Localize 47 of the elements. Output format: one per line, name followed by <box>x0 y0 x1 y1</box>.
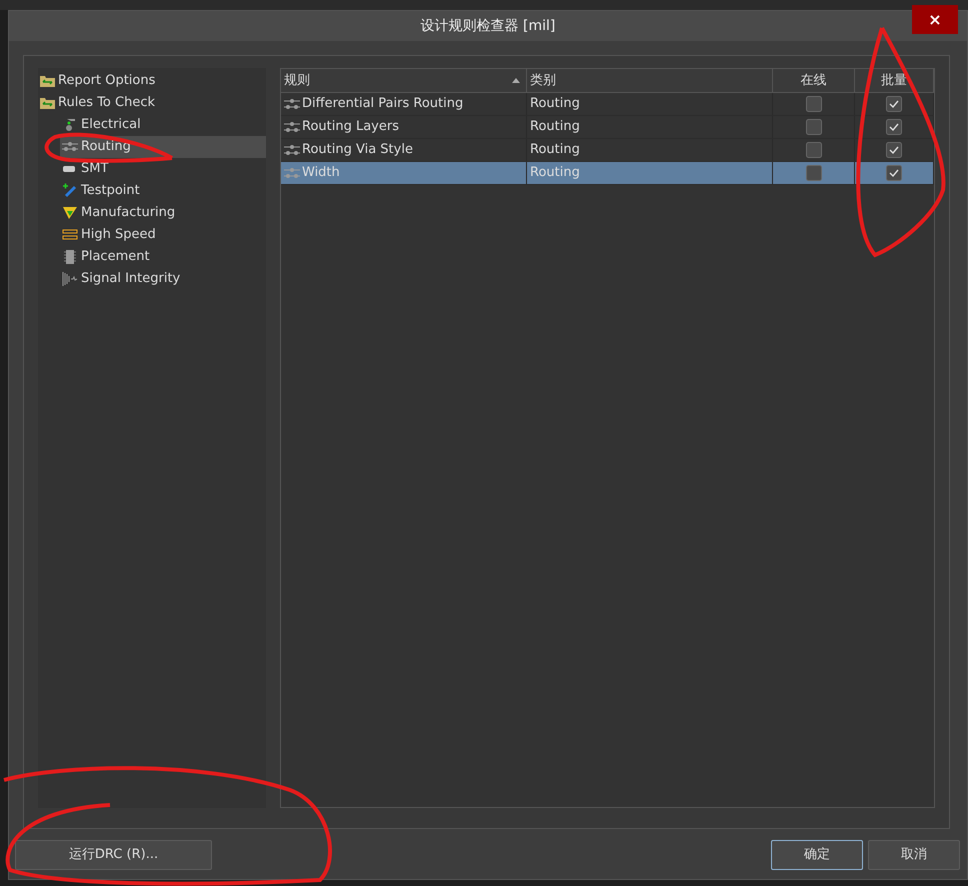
table-cell: Routing <box>527 162 773 184</box>
table-cell: Routing <box>527 93 773 115</box>
tree-item[interactable]: SMT <box>60 158 266 180</box>
close-button[interactable]: × <box>912 5 958 34</box>
checkbox[interactable] <box>806 119 822 135</box>
tree-item[interactable]: Electrical <box>60 114 266 136</box>
checkbox[interactable] <box>806 165 822 181</box>
triangle-icon <box>62 205 78 221</box>
rule-row[interactable]: Routing Layers Routing <box>281 116 934 139</box>
rule-row[interactable]: Differential Pairs Routing Routing <box>281 93 934 116</box>
tree-item[interactable]: Manufacturing <box>60 202 266 224</box>
checkbox[interactable] <box>886 96 902 112</box>
checkbox[interactable] <box>886 142 902 158</box>
run-drc-button[interactable]: 运行DRC (R)... <box>15 840 212 870</box>
routing-icon <box>284 144 300 156</box>
tree-item[interactable]: High Speed <box>60 224 266 246</box>
routing-icon <box>284 121 300 133</box>
checkbox[interactable] <box>886 119 902 135</box>
table-cell-text: Routing Layers <box>302 118 399 136</box>
probe-icon <box>62 183 78 199</box>
table-cell-text: Differential Pairs Routing <box>302 95 464 114</box>
routing-icon <box>284 98 300 110</box>
tree-item[interactable]: Testpoint <box>60 180 266 202</box>
tree-item[interactable]: Placement <box>60 246 266 268</box>
checkbox[interactable] <box>886 165 902 181</box>
waveform-icon <box>62 271 78 287</box>
folder-icon <box>40 97 55 109</box>
column-header[interactable]: 批量 <box>855 69 934 92</box>
column-header[interactable]: 规则 <box>281 69 527 92</box>
sort-arrow-icon <box>512 78 520 83</box>
cancel-button[interactable]: 取消 <box>868 840 960 870</box>
tree-item[interactable]: Rules To Check <box>38 92 266 114</box>
tree-item[interactable]: Routing <box>60 136 266 158</box>
folder-icon <box>40 75 55 87</box>
table-cell: Routing <box>527 116 773 138</box>
table-cell: Routing <box>527 139 773 161</box>
checkbox[interactable] <box>806 142 822 158</box>
table-cell-text: Width <box>302 164 340 182</box>
table-cell-text: Routing Via Style <box>302 141 413 160</box>
routing-icon <box>284 167 300 179</box>
column-header[interactable]: 类别 <box>527 69 773 92</box>
tree-item[interactable]: Signal Integrity <box>60 268 266 290</box>
chip-icon <box>62 249 78 265</box>
ok-button[interactable]: 确定 <box>771 840 863 870</box>
tree-item[interactable]: Report Options <box>38 70 266 92</box>
column-header[interactable]: 在线 <box>773 69 855 92</box>
checkbox[interactable] <box>806 96 822 112</box>
